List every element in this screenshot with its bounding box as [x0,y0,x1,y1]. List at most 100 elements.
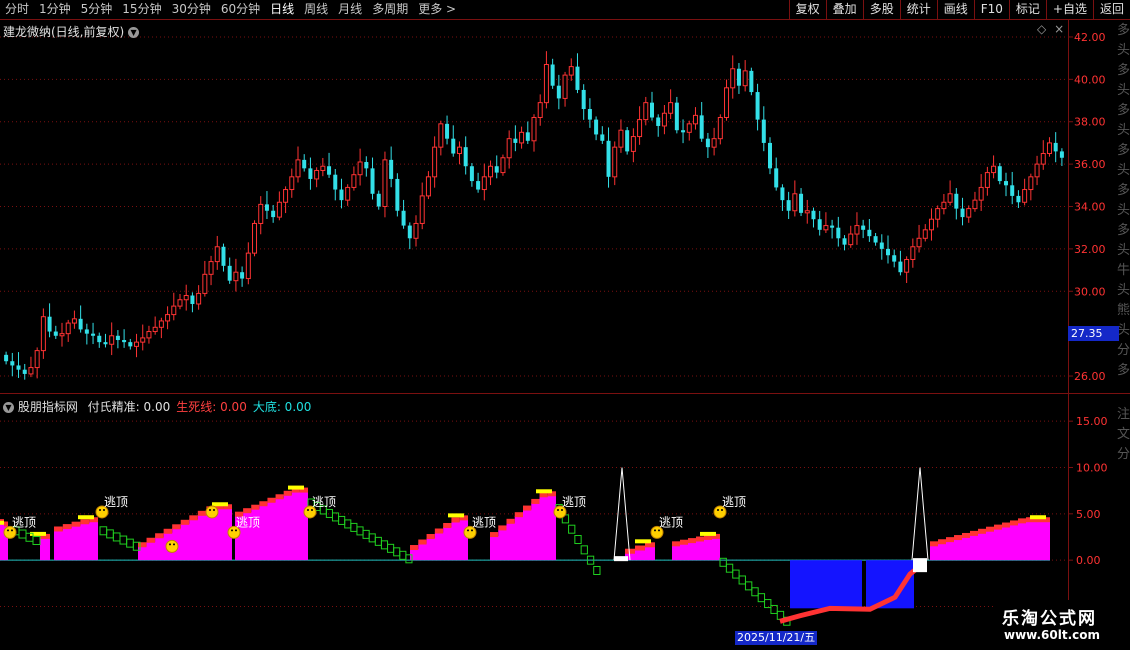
period-tab-4[interactable]: 30分钟 [167,0,216,19]
indicator-step [978,528,986,534]
period-tab-5[interactable]: 60分钟 [216,0,265,19]
candle-body-up [276,201,282,218]
indicator-step [62,524,72,530]
candle-body-up [456,146,462,155]
indicator-value-1: 生死线: 0.00 [176,400,247,414]
period-tab-3[interactable]: 15分钟 [117,0,166,19]
candle-body-down [879,242,884,249]
indicator-step [688,538,696,544]
candle-body-up [637,119,643,138]
chevron-down-icon[interactable]: ▼ [3,402,14,413]
indicator-green-step [725,563,734,573]
side-label: 文 [1117,427,1130,442]
toolbar-button-7[interactable]: +自选 [1045,0,1093,19]
indicator-green-step [99,526,108,536]
cursor-date-tag: 2025/11/21/五 [735,631,818,645]
candle-body-up [730,68,736,89]
toolbar-button-6[interactable]: 标记 [1008,0,1046,19]
period-tab-10[interactable]: 更多 > [413,0,461,19]
indicator-green-step [119,535,128,545]
side-label: 多 [1117,22,1130,38]
side-label: 多 [1117,142,1130,158]
candle-body-up [314,169,320,180]
indicator-step [946,537,954,543]
diamond-icon[interactable]: ◇ [1037,22,1046,36]
period-tab-0[interactable]: 分时 [0,0,34,19]
candle-body-up [916,237,922,248]
toolbar-button-2[interactable]: 多股 [862,0,900,19]
candle-body-down [873,236,878,243]
smiley-eye [231,529,233,532]
indicator-step [451,517,460,523]
indicator-step [523,505,532,511]
side-label: 多 [1117,362,1130,378]
candle-body-down [886,248,890,256]
period-tab-6[interactable]: 日线 [265,0,299,19]
y-tick-label: 40.00 [1074,73,1106,86]
indicator-name[interactable]: 股朋指标网 [18,400,78,414]
indicator-value-2: 大底: 0.00 [252,400,312,414]
close-icon[interactable]: × [1054,22,1064,36]
candle-body-up [214,246,220,263]
indicator-green-step [732,569,740,579]
period-tab-9[interactable]: 多周期 [367,0,413,19]
smiley-eye [169,543,171,546]
candle-body-up [984,172,990,188]
candle-body-up [208,261,214,275]
indicator-step [514,512,523,518]
toolbar-button-5[interactable]: F10 [973,0,1009,19]
period-tab-8[interactable]: 月线 [333,0,367,19]
candle-body-up [630,136,636,152]
indicator-green-step [738,575,746,585]
indicator-step [498,525,507,531]
candle-body-up [668,102,674,114]
indicator-values: 付氏精准: 0.00 生死线: 0.00 大底: 0.00 [82,400,312,414]
smiley-eye [721,508,723,511]
watermark-name: 乐淘公式网 [1002,609,1097,629]
candle-body-down [115,335,120,341]
y-tick-label: 36.00 [1074,158,1106,171]
candle-body-up [438,123,444,148]
indicator-green-step [757,593,766,603]
toolbar-button-8[interactable]: 返回 [1092,0,1130,19]
indicator-green-step [764,599,772,609]
indicator-step [994,524,1002,530]
indicator-yellow-cap [536,489,552,494]
period-tab-7[interactable]: 周线 [299,0,333,19]
chart-canvas[interactable]: 42.00 40.00 38.00 36.00 34.00 32.00 30.00 26.00… [0,20,1130,630]
toolbar-button-3[interactable]: 统计 [899,0,937,19]
candle-body-up [922,229,928,239]
candle-body-down [78,318,83,330]
candle-body-down [302,159,307,169]
candle-body-down [780,187,785,201]
smiley-eye [561,508,563,511]
indicator-step [180,519,190,525]
indicator-green-step [719,557,727,567]
y-tick-label: 26.00 [1074,370,1106,383]
smiley-eye [7,529,9,532]
side-label: 注 [1117,407,1130,422]
toolbar-button-1[interactable]: 叠加 [825,0,863,19]
candle-body-up [413,222,419,239]
indicator-step [259,501,268,507]
chevron-down-icon[interactable]: ▼ [128,27,140,38]
period-tab-2[interactable]: 5分钟 [76,0,118,19]
candle-body-up [854,225,860,235]
candle-body-down [376,193,381,207]
y-tick-label: 38.00 [1074,116,1106,129]
candle-body-up [40,316,46,352]
candle-body-down [674,102,679,131]
toolbar-button-0[interactable]: 复权 [788,0,826,19]
candle-body-down [264,204,269,211]
toolbar-button-4[interactable]: 画线 [936,0,974,19]
period-tab-1[interactable]: 1分钟 [34,0,76,19]
candle-body-up [183,295,189,301]
y-tick-label: 42.00 [1074,31,1106,44]
indicator-green-step [106,529,114,539]
candle-body-up [351,174,357,188]
candle-body-up [233,271,239,282]
indicator-yellow-cap [30,531,46,536]
y-tick-label: 5.00 [1076,508,1101,521]
candle-body-down [1016,195,1021,203]
side-label: 头 [1117,43,1130,58]
